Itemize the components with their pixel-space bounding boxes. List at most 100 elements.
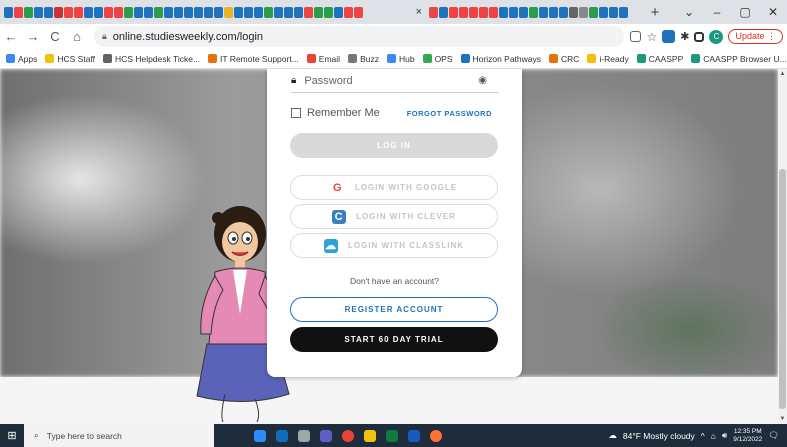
tab-favicon-icon[interactable] (569, 6, 578, 18)
tab-favicon-icon[interactable] (154, 6, 163, 18)
vertical-scrollbar[interactable]: ▲ ▼ (778, 69, 787, 424)
scroll-thumb[interactable] (779, 169, 786, 409)
extension-icon[interactable] (662, 30, 676, 43)
tab-favicon-icon[interactable] (174, 6, 183, 18)
network-icon[interactable]: ⌂ (711, 431, 716, 441)
windows-start-icon[interactable]: ⊞ (0, 429, 24, 442)
tab-favicon-icon[interactable] (489, 6, 498, 18)
back-button[interactable]: ← (0, 29, 22, 44)
tab-favicon-icon[interactable] (114, 6, 123, 18)
new-tab-button[interactable]: + (635, 4, 675, 21)
tab-favicon-icon[interactable] (124, 6, 133, 18)
tab-favicon-icon[interactable] (559, 6, 568, 18)
extensions-puzzle-icon[interactable]: ✱ (680, 30, 689, 43)
bookmark-item[interactable]: IT Remote Support... (208, 54, 299, 64)
bookmark-item[interactable]: Horizon Pathways (460, 54, 541, 64)
firefox-app-icon[interactable] (430, 429, 442, 442)
chrome-app-icon[interactable] (342, 429, 354, 442)
maximize-button[interactable]: ▢ (731, 0, 759, 24)
tab-favicon-icon[interactable] (204, 6, 213, 18)
tab-favicon-icon[interactable] (254, 6, 263, 18)
teams-app-icon[interactable] (320, 429, 332, 442)
tab-close-icon[interactable]: × (416, 6, 422, 18)
tab-favicon-icon[interactable] (429, 6, 438, 18)
outlook-app-icon[interactable] (276, 429, 288, 442)
tab-favicon-icon[interactable] (74, 6, 83, 18)
tab-favicon-icon[interactable] (469, 6, 478, 18)
login-google-button[interactable]: G LOGIN WITH GOOGLE (290, 175, 498, 200)
zoom-app-icon[interactable] (254, 429, 266, 442)
tab-favicon-icon[interactable] (44, 6, 53, 18)
tab-favicon-icon[interactable] (449, 6, 458, 18)
remember-me-checkbox[interactable] (291, 108, 301, 118)
tab-favicon-icon[interactable] (499, 6, 508, 18)
tab-favicon-icon[interactable] (324, 6, 333, 18)
forward-button[interactable]: → (22, 29, 44, 44)
tab-favicon-icon[interactable] (264, 6, 273, 18)
bookmark-item[interactable]: CAASPP Browser U... (691, 54, 787, 64)
tab-favicon-icon[interactable] (609, 6, 618, 18)
word-app-icon[interactable] (408, 429, 420, 442)
tab-favicon-icon[interactable] (334, 6, 343, 18)
file-explorer-app-icon[interactable] (364, 429, 376, 442)
tab-favicon-icon[interactable] (134, 6, 143, 18)
tab-favicon-icon[interactable] (599, 6, 608, 18)
scroll-up-icon[interactable]: ▲ (778, 71, 787, 77)
show-password-icon[interactable]: ◉ (478, 75, 487, 86)
tab-favicon-icon[interactable] (519, 6, 528, 18)
tab-favicon-icon[interactable] (509, 6, 518, 18)
bookmark-item[interactable]: Apps (6, 54, 37, 64)
close-window-button[interactable]: ✕ (759, 0, 787, 24)
tab-search-icon[interactable]: ⌄ (675, 0, 703, 24)
bookmark-item[interactable]: CAASPP (636, 54, 683, 64)
tab-favicon-icon[interactable] (14, 6, 23, 18)
tab-favicon-icon[interactable] (539, 6, 548, 18)
start-trial-button[interactable]: START 60 DAY TRIAL (290, 327, 498, 352)
clock[interactable]: 12:35 PM 9/12/2022 (733, 428, 762, 444)
tab-favicon-icon[interactable] (284, 6, 293, 18)
login-button[interactable]: LOG IN (290, 133, 498, 158)
login-clever-button[interactable]: C LOGIN WITH CLEVER (290, 204, 498, 229)
password-field[interactable]: 🔒︎ Password ◉ (291, 69, 499, 93)
tab-favicon-icon[interactable] (314, 6, 323, 18)
tab-favicon-icon[interactable] (234, 6, 243, 18)
tab-favicon-icon[interactable] (304, 6, 313, 18)
tab-favicon-icon[interactable] (34, 6, 43, 18)
volume-icon[interactable]: 🔊︎ (722, 430, 727, 441)
tab-favicon-icon[interactable] (589, 6, 598, 18)
reload-button[interactable]: C (44, 29, 66, 44)
tab-favicon-icon[interactable] (244, 6, 253, 18)
bookmark-item[interactable]: Hub (386, 54, 415, 64)
tab-favicon-icon[interactable] (84, 6, 93, 18)
tab-favicon-icon[interactable] (529, 6, 538, 18)
update-button[interactable]: Update ⋮ (728, 29, 783, 44)
tab-favicon-icon[interactable] (64, 6, 73, 18)
bookmark-item[interactable]: i-Ready (587, 54, 629, 64)
tab-favicon-icon[interactable] (479, 6, 488, 18)
tab-favicon-icon[interactable] (4, 6, 13, 18)
login-classlink-button[interactable]: ☁ LOGIN WITH CLASSLINK (290, 233, 498, 258)
address-bar[interactable]: 🔒︎ online.studiesweekly.com/login (94, 26, 625, 47)
tab-favicon-icon[interactable] (194, 6, 203, 18)
tab-favicon-icon[interactable] (184, 6, 193, 18)
tab-favicon-icon[interactable] (214, 6, 223, 18)
tab-favicon-icon[interactable] (549, 6, 558, 18)
bookmark-item[interactable]: HCS Helpdesk Ticke... (103, 54, 200, 64)
bookmark-item[interactable]: Email (306, 54, 340, 64)
tab-favicon-icon[interactable] (104, 6, 113, 18)
home-button[interactable]: ⌂ (66, 29, 88, 44)
taskbar-search[interactable]: ⌕ Type here to search (24, 424, 214, 447)
minimize-button[interactable]: – (703, 0, 731, 24)
tab-favicon-icon[interactable] (619, 6, 628, 18)
notifications-icon[interactable]: 🗨︎ (768, 430, 779, 441)
tab-favicon-icon[interactable] (54, 6, 63, 18)
remember-me[interactable]: Remember Me (291, 107, 380, 119)
tab-favicon-icon[interactable] (344, 6, 353, 18)
tab-favicon-icon[interactable] (164, 6, 173, 18)
tab-favicon-icon[interactable] (294, 6, 303, 18)
bookmark-item[interactable]: OPS (422, 54, 453, 64)
tab-favicon-icon[interactable] (579, 6, 588, 18)
bookmark-star-icon[interactable]: ☆ (646, 30, 657, 44)
bookmark-item[interactable]: CRC (549, 54, 579, 64)
profile-avatar[interactable]: C (709, 29, 724, 44)
